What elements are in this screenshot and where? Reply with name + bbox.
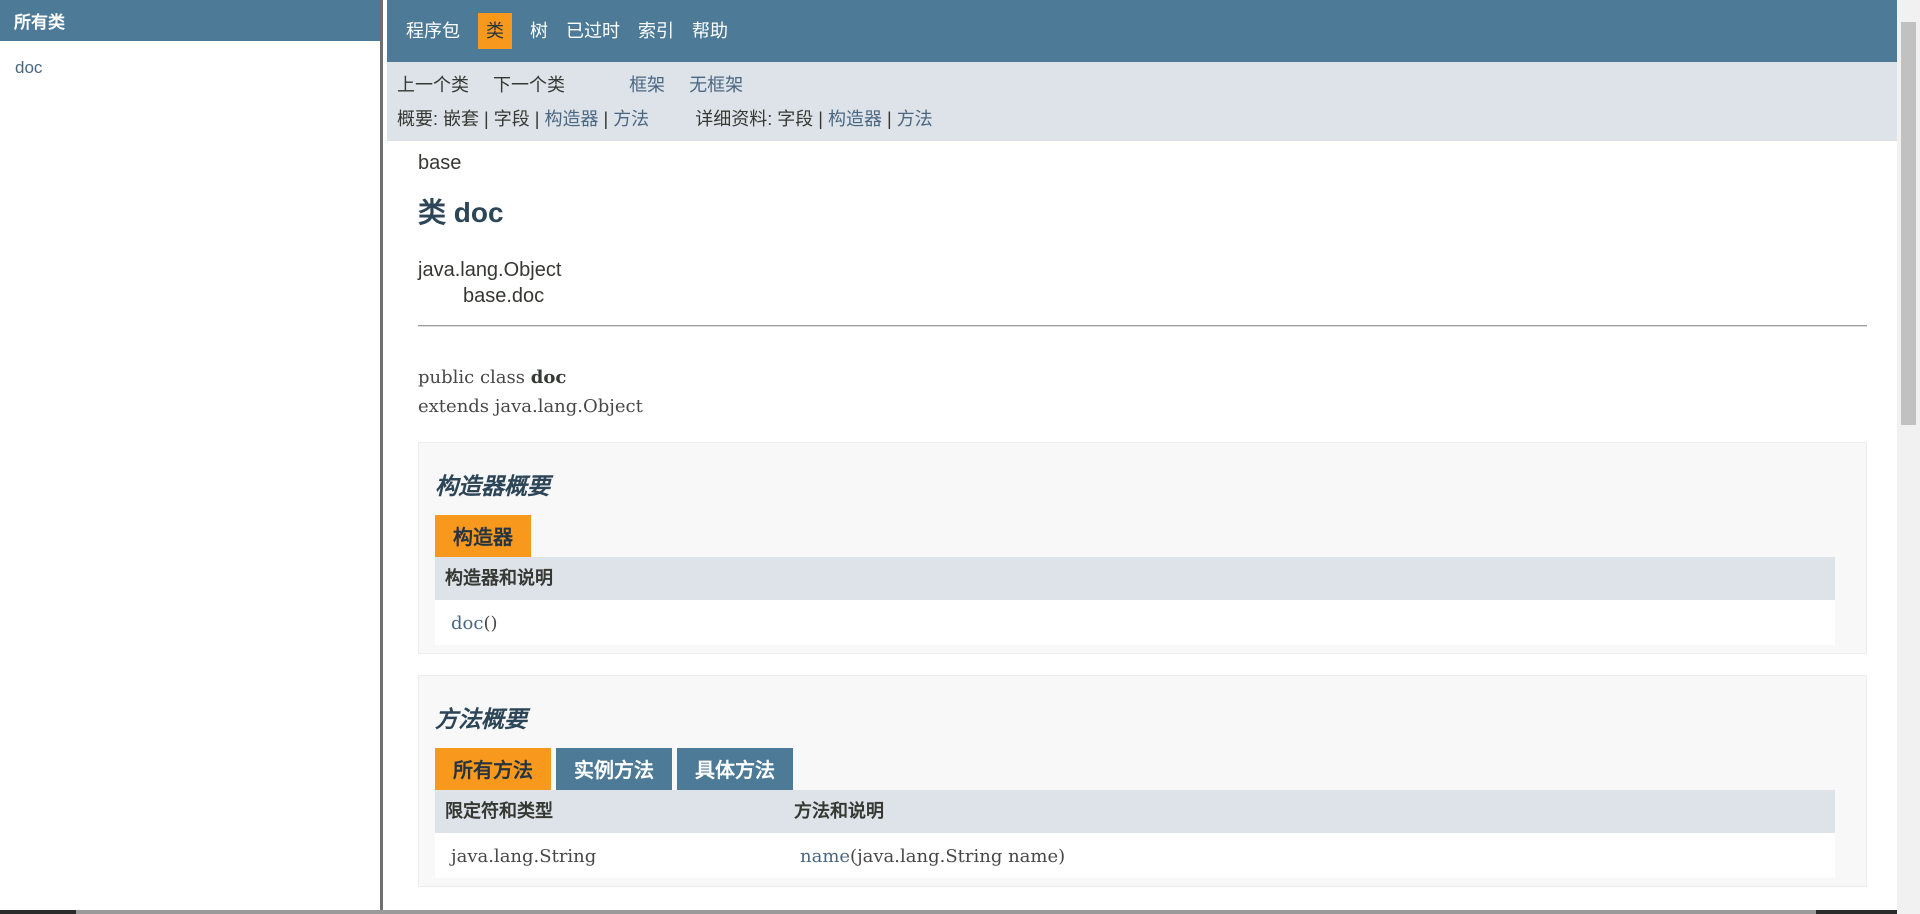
table-row: doc()	[435, 600, 1835, 645]
column-method-description: 方法和说明	[794, 801, 884, 821]
tab-instance-methods[interactable]: 实例方法	[556, 748, 672, 790]
sub-navbar: 上一个类 下一个类 框架 无框架 概要: 嵌套 | 字段 | 构造器 | 方法 …	[387, 62, 1897, 141]
method-return-type: java.lang.String	[451, 846, 597, 867]
horizontal-scrollbar-thumb[interactable]	[76, 910, 1816, 914]
column-modifier-type: 限定符和类型	[445, 801, 553, 821]
frames-link[interactable]: 框架	[629, 75, 665, 95]
detail-method-link[interactable]: 方法	[897, 109, 933, 129]
detail-field: 字段	[777, 109, 814, 129]
summary-label: 概要:	[397, 109, 439, 129]
constructor-summary-title: 构造器概要	[435, 473, 550, 499]
tab-concrete-methods[interactable]: 具体方法	[677, 748, 793, 790]
signature-extends: extends java.lang.Object	[418, 396, 643, 417]
summary-field: 字段	[493, 109, 530, 129]
inheritance-child: base.doc	[463, 285, 545, 307]
separator: |	[886, 109, 892, 129]
summary-constructor-link[interactable]: 构造器	[544, 109, 598, 129]
tab-constructors: 构造器	[435, 515, 531, 557]
nav-class: 类	[478, 13, 512, 49]
nav-deprecated[interactable]: 已过时	[557, 13, 629, 49]
divider	[418, 325, 1867, 327]
signature-class-name: doc	[530, 367, 567, 388]
detail-label: 详细资料:	[695, 109, 773, 129]
inheritance-tree: java.lang.Object base.doc	[418, 257, 1867, 309]
vertical-scrollbar[interactable]	[1897, 0, 1920, 914]
all-classes-title: 所有类	[0, 0, 380, 41]
prev-class-label: 上一个类	[397, 75, 469, 95]
package-label: base	[418, 152, 462, 174]
nav-package[interactable]: 程序包	[397, 13, 469, 49]
method-summary: 方法概要 所有方法 实例方法 具体方法 限定符和类型 方法和说明 java.la…	[418, 675, 1867, 887]
nav-tree[interactable]: 树	[521, 13, 557, 49]
top-navbar: 程序包 类 树 已过时 索引 帮助	[387, 0, 1897, 62]
detail-constructor-link[interactable]: 构造器	[828, 109, 882, 129]
separator: |	[534, 109, 540, 129]
method-params: (java.lang.String name)	[850, 846, 1066, 867]
class-frame: 程序包 类 树 已过时 索引 帮助 上一个类 下一个类 框架 无框架 概要: 嵌…	[387, 0, 1897, 914]
constructor-link-doc[interactable]: doc	[451, 600, 483, 645]
nav-index[interactable]: 索引	[629, 13, 683, 49]
page-title: 类 doc	[418, 197, 504, 228]
nav-help[interactable]: 帮助	[683, 13, 737, 49]
separator: |	[603, 109, 609, 129]
inheritance-parent: java.lang.Object	[418, 259, 562, 281]
method-summary-title: 方法概要	[435, 706, 527, 732]
no-frames-link[interactable]: 无框架	[689, 75, 743, 95]
constructor-params: ()	[483, 613, 498, 634]
method-link-name[interactable]: name	[800, 833, 850, 878]
class-signature: public class doc extends java.lang.Objec…	[418, 363, 1867, 421]
constructor-summary: 构造器概要 构造器 构造器和说明 doc()	[418, 442, 1867, 654]
class-content: base 类 doc java.lang.Object base.doc pub…	[387, 152, 1897, 887]
next-class-label: 下一个类	[493, 75, 566, 95]
summary-method-link[interactable]: 方法	[613, 109, 649, 129]
summary-nested: 嵌套	[443, 109, 480, 129]
column-constructor-description: 构造器和说明	[445, 568, 553, 588]
tab-all-methods[interactable]: 所有方法	[435, 748, 551, 790]
scrollbar-thumb[interactable]	[1901, 22, 1916, 425]
class-link-doc[interactable]: doc	[15, 58, 380, 78]
horizontal-scrollbar[interactable]	[0, 910, 1897, 914]
separator: |	[818, 109, 823, 129]
separator: |	[484, 109, 489, 129]
method-table-header: 限定符和类型 方法和说明	[435, 790, 1835, 833]
all-classes-frame: 所有类 doc	[0, 0, 383, 914]
signature-modifiers: public class	[418, 367, 531, 388]
constructor-table-header: 构造器和说明	[435, 557, 1835, 600]
table-row: java.lang.String name (java.lang.String n…	[435, 833, 1835, 878]
